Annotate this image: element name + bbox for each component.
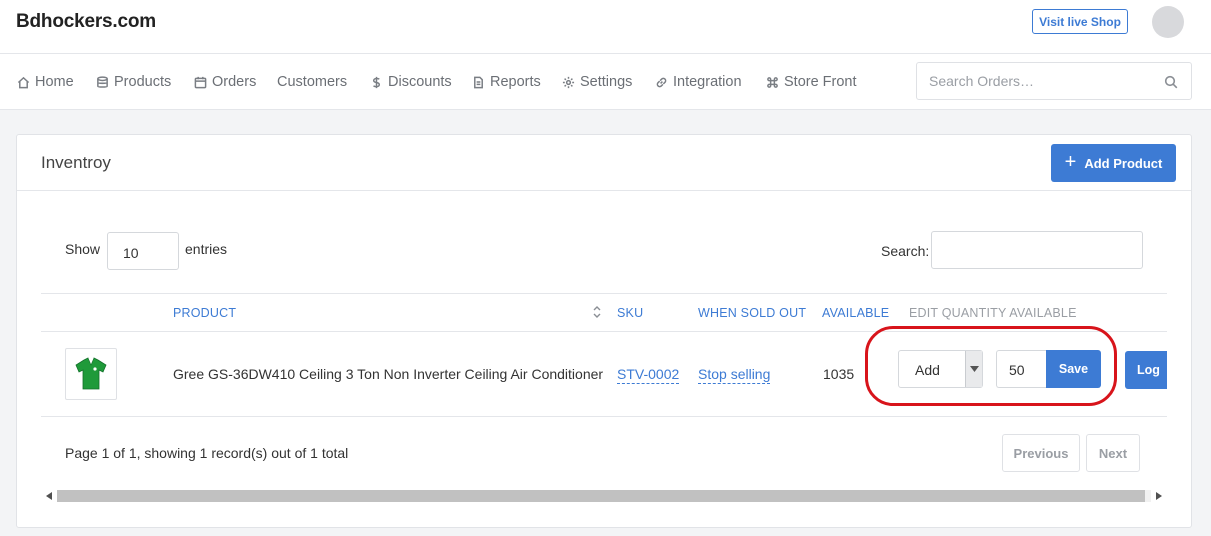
nav-item-label: Home (35, 74, 74, 90)
product-name[interactable]: Gree GS-36DW410 Ceiling 3 Ton Non Invert… (173, 366, 603, 382)
brand-logo[interactable]: Bdhockers.com (16, 11, 156, 33)
column-header-available[interactable]: AVAILABLE (822, 306, 889, 320)
nav-item-label: Integration (673, 74, 742, 90)
nav-item-integration[interactable]: Integration (654, 73, 742, 91)
table-row: Gree GS-36DW410 Ceiling 3 Ton Non Invert… (41, 326, 1167, 417)
nav-item-products[interactable]: Products (95, 73, 171, 91)
next-page-button[interactable]: Next (1086, 434, 1140, 472)
search-orders-input[interactable] (917, 63, 1157, 99)
add-product-label: Add Product (1084, 155, 1163, 171)
nav-item-label: Discounts (388, 74, 452, 90)
add-product-button[interactable]: + Add Product (1051, 144, 1176, 182)
entries-label: entries (185, 241, 228, 257)
nav-item-home[interactable]: Home (16, 73, 74, 91)
quantity-input[interactable]: 50 (996, 350, 1048, 388)
gear-icon (561, 75, 575, 89)
adjust-mode-select[interactable]: Add (898, 350, 983, 388)
calendar-icon (193, 75, 207, 89)
sort-icon[interactable] (591, 305, 603, 319)
nav-item-discounts[interactable]: Discounts (369, 73, 452, 91)
dollar-icon (369, 75, 383, 89)
page-title: Inventroy (41, 153, 111, 172)
inventory-card: Inventroy + Add Product Show 10 entries … (16, 134, 1192, 528)
command-icon (765, 75, 779, 89)
chevron-down-icon[interactable] (965, 351, 982, 387)
scroll-right-icon[interactable] (1154, 491, 1164, 501)
when-sold-out-link[interactable]: Stop selling (698, 366, 771, 384)
nav-item-label: Settings (580, 74, 633, 90)
nav-item-label: Store Front (784, 74, 857, 90)
adjust-mode-value: Add (915, 362, 940, 378)
horizontal-scrollbar[interactable] (41, 488, 1167, 504)
nav-item-label: Customers (277, 74, 348, 90)
table-search-input[interactable] (931, 231, 1143, 269)
column-header-when-sold-out[interactable]: WHEN SOLD OUT (698, 306, 806, 320)
scroll-left-icon[interactable] (44, 491, 54, 501)
visit-live-shop-button[interactable]: Visit live Shop (1032, 9, 1128, 34)
sku-link[interactable]: STV-0002 (617, 366, 680, 384)
column-header-sku[interactable]: SKU (617, 306, 643, 320)
main-nav: Home Products Orders Customers Discounts… (0, 54, 1211, 110)
card-header: Inventroy + Add Product (17, 135, 1191, 191)
home-icon (16, 75, 30, 89)
nav-item-reports[interactable]: Reports (471, 73, 541, 91)
nav-item-customers[interactable]: Customers (277, 73, 347, 91)
scrollbar-thumb[interactable] (57, 490, 1145, 502)
nav-item-label: Reports (490, 74, 541, 90)
nav-item-settings[interactable]: Settings (561, 73, 632, 91)
polo-shirt-image (75, 357, 107, 390)
database-icon (95, 75, 109, 89)
product-thumbnail[interactable] (65, 348, 117, 400)
link-icon (654, 75, 668, 89)
column-header-product[interactable]: PRODUCT (173, 306, 236, 320)
document-icon (471, 75, 485, 89)
log-button[interactable]: Log (1125, 351, 1167, 389)
column-header-edit-quantity: EDIT QUANTITY AVAILABLE (909, 306, 1077, 320)
table-search-label: Search: (881, 243, 930, 259)
show-label: Show (65, 241, 101, 257)
order-search (916, 62, 1192, 100)
plus-icon: + (1064, 151, 1077, 173)
available-quantity: 1035 (823, 366, 855, 382)
table-header: PRODUCT SKU WHEN SOLD OUT AVAILABLE EDIT… (41, 293, 1167, 332)
top-bar: Bdhockers.com Visit live Shop (0, 0, 1211, 54)
save-button[interactable]: Save (1046, 350, 1101, 388)
nav-item-orders[interactable]: Orders (193, 73, 256, 91)
search-icon[interactable] (1164, 75, 1178, 89)
avatar[interactable] (1152, 6, 1184, 38)
nav-item-label: Products (114, 74, 172, 90)
previous-page-button[interactable]: Previous (1002, 434, 1080, 472)
nav-item-store-front[interactable]: Store Front (765, 73, 857, 91)
pagination-info: Page 1 of 1, showing 1 record(s) out of … (65, 445, 349, 461)
entries-per-page-input[interactable]: 10 (107, 232, 179, 270)
nav-item-label: Orders (212, 74, 257, 90)
